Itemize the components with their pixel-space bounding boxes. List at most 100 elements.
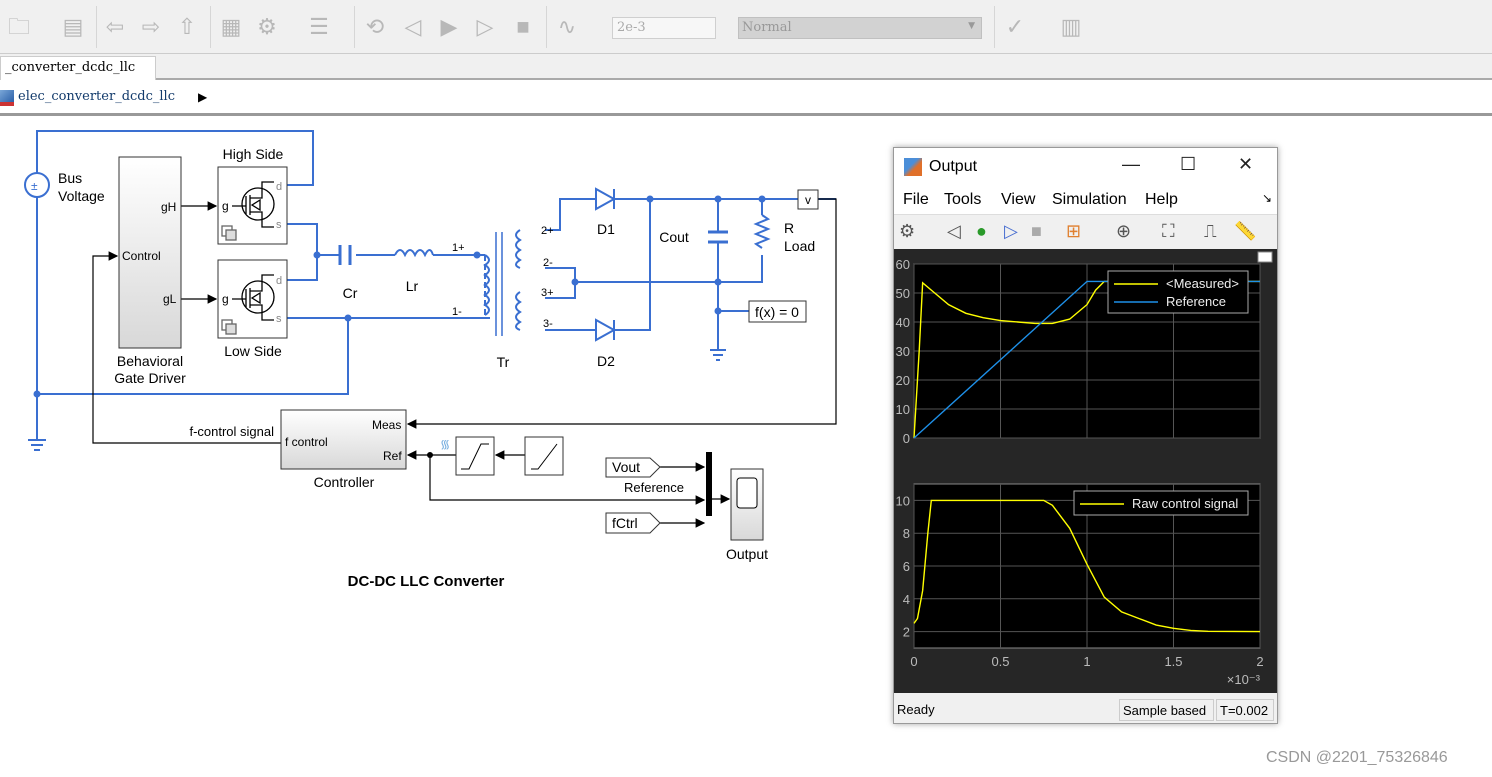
y-tick-label: 8 (903, 526, 910, 541)
undock-icon[interactable]: ↘ (1262, 191, 1272, 205)
step-forward-icon[interactable]: ▷ (472, 14, 498, 40)
back-icon[interactable]: ⇦ (102, 14, 128, 40)
ramp-block[interactable] (524, 436, 564, 476)
x-tick-label: 2 (1256, 654, 1263, 669)
port-g: g (222, 292, 229, 306)
port-ref: Ref (383, 449, 402, 463)
step-forward-icon[interactable]: ▷ (1004, 221, 1018, 242)
wireless-icon: ᯾ (440, 437, 450, 451)
tab-model[interactable]: _converter_dcdc_llc (0, 56, 156, 80)
menu-tools[interactable]: Tools (944, 191, 981, 209)
menu-file[interactable]: File (903, 191, 929, 209)
d2-label: D2 (597, 353, 615, 369)
r-load-label: R (784, 220, 794, 236)
status-sample-mode: Sample based (1119, 699, 1214, 721)
breadcrumb-model[interactable]: elec_converter_dcdc_llc (18, 89, 175, 104)
chevron-down-icon: ▼ (968, 21, 975, 31)
run-icon[interactable]: ● (976, 221, 987, 242)
y-tick-label: 40 (896, 315, 910, 330)
autoscale-icon[interactable]: ⛶ (1162, 221, 1175, 242)
save-icon[interactable]: ▤ (60, 14, 86, 40)
legend-entry: <Measured> (1166, 276, 1239, 291)
library-icon[interactable]: ▦ (218, 14, 244, 40)
menu-simulation[interactable]: Simulation (1052, 191, 1127, 209)
port-control: Control (122, 249, 161, 263)
scope-toolbar: ⚙ ◁ ● ▷ ■ ⊞ ⊕ ⛶ ⎍ 📏 (894, 214, 1277, 248)
gear-icon[interactable]: ⚙ (899, 221, 915, 242)
triggers-icon[interactable]: ⎍ (1204, 221, 1217, 242)
menu-help[interactable]: Help (1145, 191, 1178, 209)
open-folder-icon[interactable]: 🗀 (6, 14, 32, 40)
port-gl: gL (163, 292, 177, 306)
scope-block-label: Output (726, 546, 768, 562)
data-inspector-icon[interactable]: ∿ (554, 14, 580, 40)
fctrl-tag-label: fCtrl (612, 515, 638, 531)
tr-label: Tr (497, 354, 510, 370)
run-icon[interactable]: ▶ (436, 14, 462, 40)
breadcrumb-arrow-icon[interactable]: ▶ (198, 90, 207, 104)
minimize-icon[interactable]: — (1122, 154, 1140, 175)
scope-icon (736, 477, 758, 509)
port-s: s (276, 219, 282, 231)
forward-icon[interactable]: ⇨ (138, 14, 164, 40)
check-icon[interactable]: ✓ (1002, 14, 1028, 40)
bus-voltage-label: Voltage (58, 188, 105, 204)
stop-icon[interactable]: ■ (1031, 221, 1042, 242)
scope-title: Output (929, 158, 978, 175)
port-1m: 1- (452, 306, 462, 318)
stop-icon[interactable]: ■ (510, 14, 536, 40)
y-tick-label: 50 (896, 286, 910, 301)
f-control-signal-label: f-control signal (189, 424, 274, 439)
y-tick-label: 60 (896, 257, 910, 272)
status-time: T=0.002 (1216, 699, 1274, 721)
build-icon[interactable]: ▥ (1058, 14, 1084, 40)
port-d: d (276, 275, 282, 287)
separator (546, 6, 547, 48)
port-meas: Meas (372, 418, 401, 432)
close-icon[interactable]: ✕ (1238, 154, 1253, 175)
maximize-icon[interactable]: ☐ (1180, 154, 1196, 175)
matlab-logo-icon (904, 158, 922, 176)
stop-time-input[interactable]: 2e-3 (612, 17, 716, 39)
bus-voltage-label: Bus (58, 170, 82, 186)
port-3m: 3- (543, 318, 553, 330)
y-tick-label: 30 (896, 344, 910, 359)
model-canvas[interactable]: ᯾ Bus Voltage Behavioral Gate Driver Hig… (0, 119, 890, 749)
signal-selector-icon[interactable]: ⊞ (1066, 221, 1081, 242)
diagram-title: DC-DC LLC Converter (348, 573, 505, 590)
legend-entry: Raw control signal (1132, 496, 1238, 511)
mux-block[interactable] (706, 452, 712, 516)
port-d: d (276, 181, 282, 193)
simulation-mode-value: Normal (742, 20, 792, 35)
step-back-icon[interactable]: ◁ (400, 14, 426, 40)
gate-driver-label: Gate Driver (114, 370, 186, 386)
port-s: s (276, 313, 282, 325)
scope-plot-area: 0 10 20 30 40 50 60 <Measured> Reference 0 0.5 1 1.5… (894, 249, 1277, 693)
signal-junction (427, 452, 433, 458)
port-f-control: f control (285, 435, 328, 449)
menu-view[interactable]: View (1001, 191, 1035, 209)
simulation-mode-select[interactable]: Normal ▼ (738, 17, 982, 39)
separator (210, 6, 211, 48)
up-icon[interactable]: ⇧ (174, 14, 200, 40)
gear-icon[interactable]: ⚙ (254, 14, 280, 40)
low-side-label: Low Side (224, 343, 282, 359)
separator (994, 6, 995, 48)
step-back-icon[interactable]: ◁ (947, 221, 961, 242)
separator (96, 6, 97, 48)
scope-plots[interactable]: 0 10 20 30 40 50 60 <Measured> Reference 0 0.5 1 1.5… (894, 249, 1277, 693)
model-icon (0, 90, 14, 106)
scope-menu-bar: File Tools View Simulation Help ↘ (894, 184, 1277, 214)
r-load-label: Load (784, 238, 815, 254)
zoom-in-icon[interactable]: ⊕ (1116, 221, 1131, 242)
step-back-icon[interactable]: ⟲ (362, 14, 388, 40)
reference-label: Reference (624, 480, 684, 495)
measurements-icon[interactable]: 📏 (1234, 221, 1256, 242)
port-2p: 2+ (541, 225, 554, 237)
gate-driver-label: Behavioral (117, 353, 183, 369)
polarity-mark: ± (31, 179, 38, 193)
model-config-icon[interactable]: ☰ (306, 14, 332, 40)
port-3p: 3+ (541, 287, 554, 299)
x-tick-label: 1 (1083, 654, 1090, 669)
port-g: g (222, 199, 229, 213)
